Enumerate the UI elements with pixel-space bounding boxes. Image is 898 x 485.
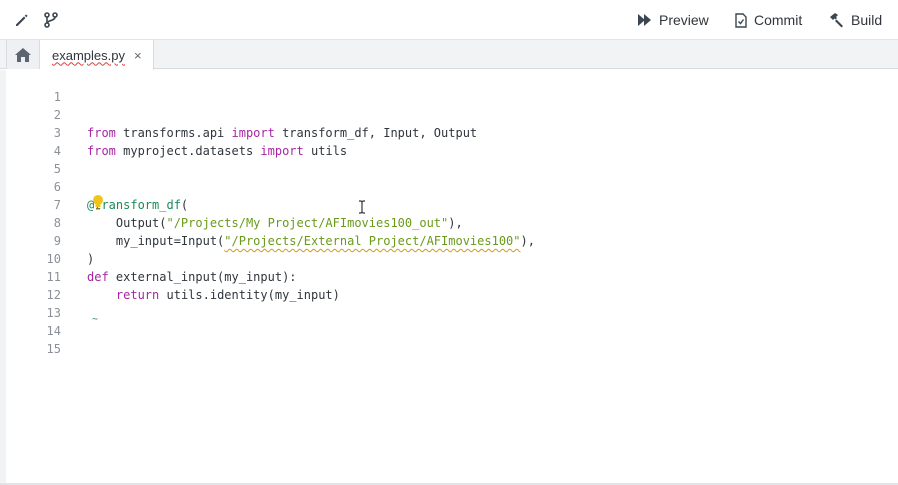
code-line-14: 14 bbox=[6, 304, 898, 338]
preview-label: Preview bbox=[659, 12, 709, 28]
code-line-1: 1 bbox=[6, 70, 898, 104]
code-line-8: 8 my_input=Input("/Projects/External Pro… bbox=[6, 196, 898, 248]
git-branch-icon[interactable] bbox=[41, 10, 61, 30]
pencil-icon[interactable] bbox=[11, 10, 31, 30]
line-number: 15 bbox=[46, 342, 61, 356]
build-label: Build bbox=[851, 12, 883, 28]
text-cursor-icon bbox=[359, 200, 365, 214]
top-toolbar: Preview Commit Build bbox=[0, 0, 898, 40]
code-line-6: 6 @transform_df( bbox=[6, 160, 898, 212]
code-line-15: 15 bbox=[6, 322, 898, 356]
commit-label: Commit bbox=[754, 12, 803, 28]
code-line-9: 9 ) bbox=[6, 214, 898, 266]
code-line-4: 4 bbox=[6, 124, 898, 158]
build-button[interactable]: Build bbox=[828, 9, 882, 31]
fast-forward-icon bbox=[638, 14, 651, 26]
preview-button[interactable]: Preview bbox=[638, 9, 709, 31]
whitespace-marker: ~ bbox=[92, 314, 99, 325]
close-icon[interactable]: × bbox=[134, 48, 142, 63]
home-icon bbox=[15, 47, 31, 62]
code-line-13: 13 bbox=[6, 286, 898, 320]
code-line-10: 10 def external_input(my_input): bbox=[6, 232, 898, 284]
code-line-2: 2 from transforms.api import transform_d… bbox=[6, 88, 898, 140]
code-line-12: 12 bbox=[6, 268, 898, 302]
tab-bar: examples.py × bbox=[0, 40, 898, 70]
commit-document-icon bbox=[735, 12, 747, 28]
tab-label: examples.py bbox=[52, 47, 125, 63]
commit-button[interactable]: Commit bbox=[735, 9, 802, 31]
code-line-7: 7 Output("/Projects/My Project/AFImovies… bbox=[6, 178, 898, 230]
code-line-11: 11 return utils.identity(my_input) bbox=[6, 250, 898, 302]
home-tab[interactable] bbox=[6, 40, 40, 69]
lightbulb-icon[interactable] bbox=[91, 194, 105, 212]
code-line-5: 5 bbox=[6, 142, 898, 176]
code-line-3: 3 from myproject.datasets import utils bbox=[6, 106, 898, 158]
tab-examples-py[interactable]: examples.py × bbox=[40, 40, 154, 70]
code-editor[interactable]: 1 2 from transforms.api import transform… bbox=[0, 70, 898, 484]
hammer-icon bbox=[830, 13, 843, 28]
